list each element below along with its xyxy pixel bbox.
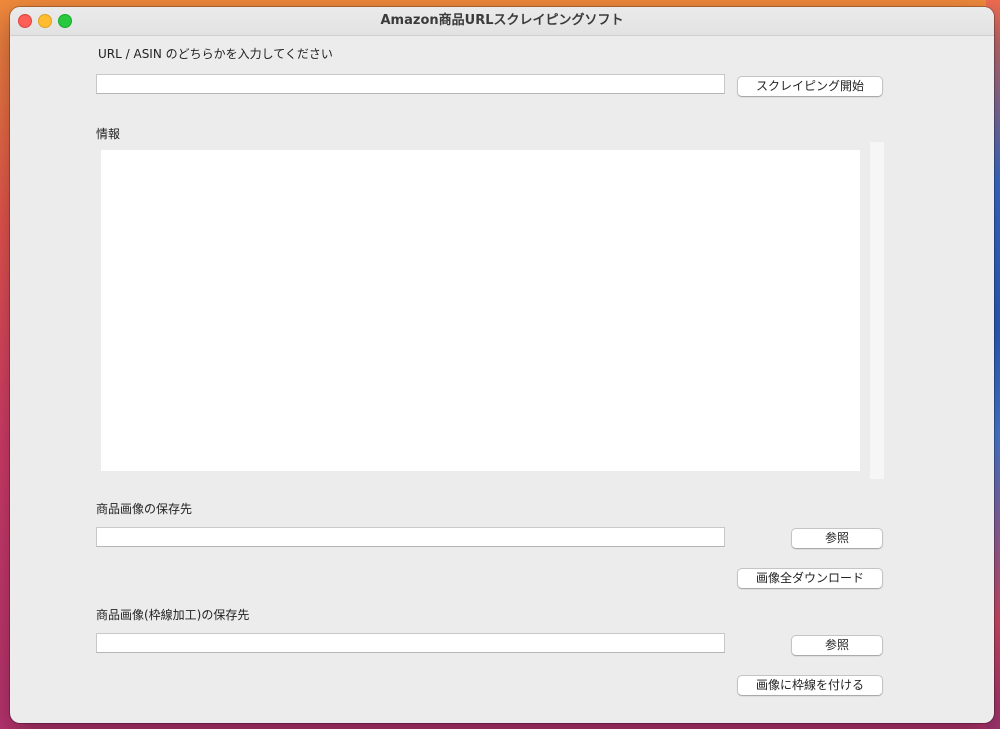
info-scrollbar[interactable] xyxy=(869,142,884,479)
framed-image-save-path-input[interactable] xyxy=(96,633,725,653)
framed-image-save-label: 商品画像(枠線加工)の保存先 xyxy=(96,608,250,622)
image-save-path-input[interactable] xyxy=(96,527,725,547)
url-asin-label: URL / ASIN のどちらかを入力してください xyxy=(98,47,333,61)
info-textarea[interactable] xyxy=(101,150,860,471)
url-asin-input[interactable] xyxy=(96,74,725,94)
start-scraping-button[interactable]: スクレイピング開始 xyxy=(737,76,883,97)
app-window: Amazon商品URLスクレイピングソフト URL / ASIN のどちらかを入… xyxy=(10,7,994,723)
browse-image-save-button[interactable]: 参照 xyxy=(791,528,883,549)
download-all-images-button[interactable]: 画像全ダウンロード xyxy=(737,568,883,589)
title-bar[interactable]: Amazon商品URLスクレイピングソフト xyxy=(10,7,994,36)
info-label: 情報 xyxy=(96,127,121,141)
image-save-label: 商品画像の保存先 xyxy=(96,502,193,516)
window-title: Amazon商品URLスクレイピングソフト xyxy=(380,13,624,28)
add-frame-to-images-button[interactable]: 画像に枠線を付ける xyxy=(737,675,883,696)
browse-framed-image-save-button[interactable]: 参照 xyxy=(791,635,883,656)
